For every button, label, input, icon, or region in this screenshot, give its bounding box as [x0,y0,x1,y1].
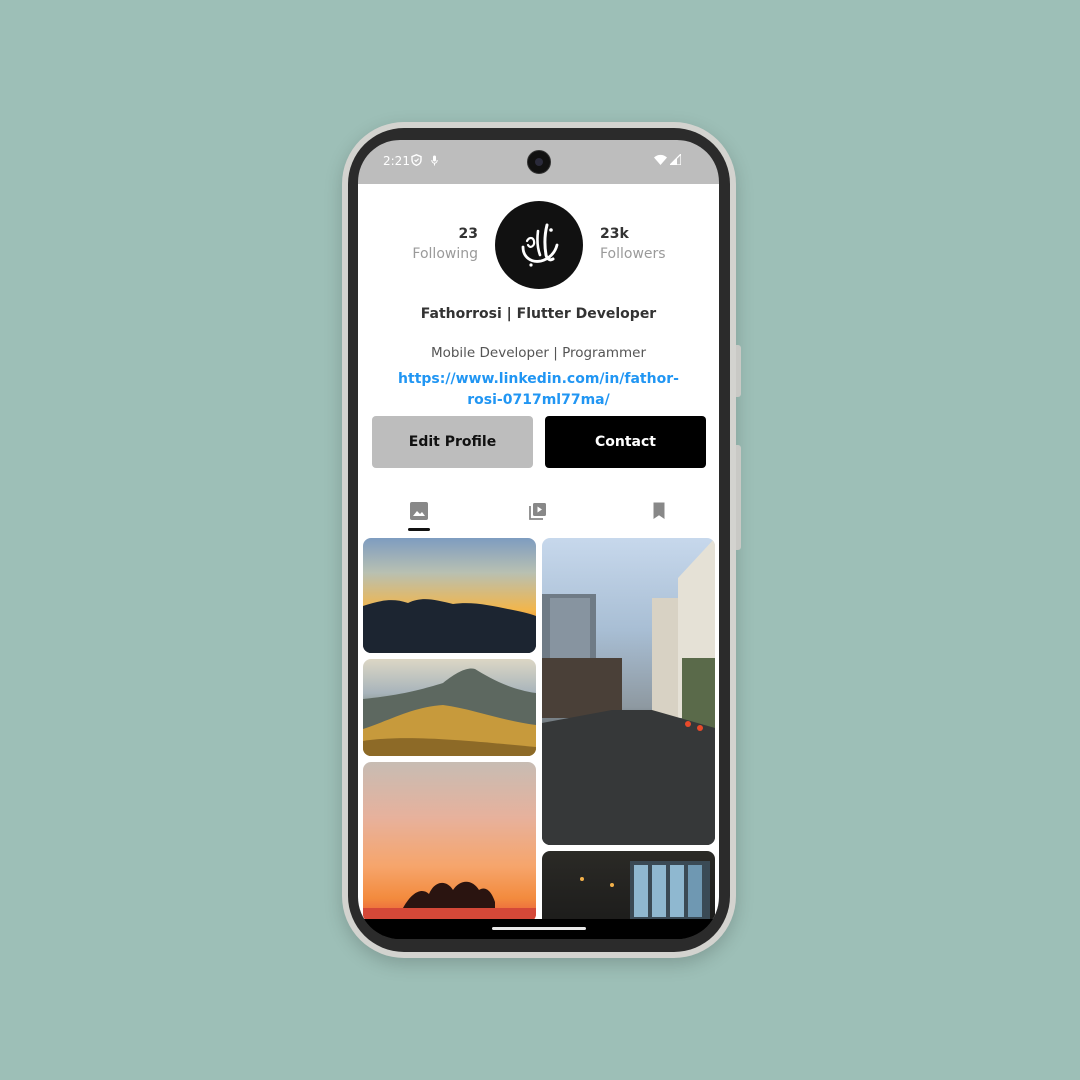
calligraphy-logo-icon [521,223,559,267]
profile-link[interactable]: https://www.linkedin.com/in/fathor-rosi-… [396,369,681,411]
profile-bio: Mobile Developer | Programmer [430,345,647,361]
mountain-silhouette [363,599,536,653]
bookmark-icon[interactable] [650,502,668,520]
video-library-icon[interactable] [529,502,547,520]
followers-label: Followers [600,246,666,262]
power-button [736,345,741,397]
status-time: 2:21 [383,154,410,168]
mountain-landscape [363,668,536,756]
wifi-icon [654,154,667,165]
phone-screen: 2:21 23 Following 23k Followers Fathorro… [358,140,719,939]
gallery-photo[interactable] [363,538,536,653]
volume-button [736,445,741,550]
following-stat[interactable]: 23 Following [412,226,478,262]
gallery-photo[interactable] [542,538,715,845]
gallery-photo[interactable] [363,659,536,756]
gallery-photo[interactable] [542,851,715,919]
shield-icon [411,154,422,166]
signal-icon [670,154,681,165]
mic-icon [431,155,438,166]
following-count: 23 [458,226,478,242]
avatar[interactable] [495,201,583,289]
trees-silhouette [363,881,536,919]
following-label: Following [412,246,478,262]
followers-stat[interactable]: 23k Followers [600,226,666,262]
contact-button[interactable]: Contact [545,416,706,468]
profile-page: 23 Following 23k Followers Fathorrosi | … [358,184,719,919]
tab-indicator [408,528,430,531]
home-indicator[interactable] [492,927,586,930]
city-street-scene [542,538,715,845]
image-icon[interactable] [410,502,428,520]
front-camera [527,150,551,174]
profile-name: Fathorrosi | Flutter Developer [420,306,657,322]
navigation-bar [358,919,719,939]
gallery-photo[interactable] [363,762,536,919]
status-bar: 2:21 [358,140,719,184]
night-restaurant-scene [580,861,710,919]
followers-count: 23k [600,226,629,242]
edit-profile-button[interactable]: Edit Profile [372,416,533,468]
